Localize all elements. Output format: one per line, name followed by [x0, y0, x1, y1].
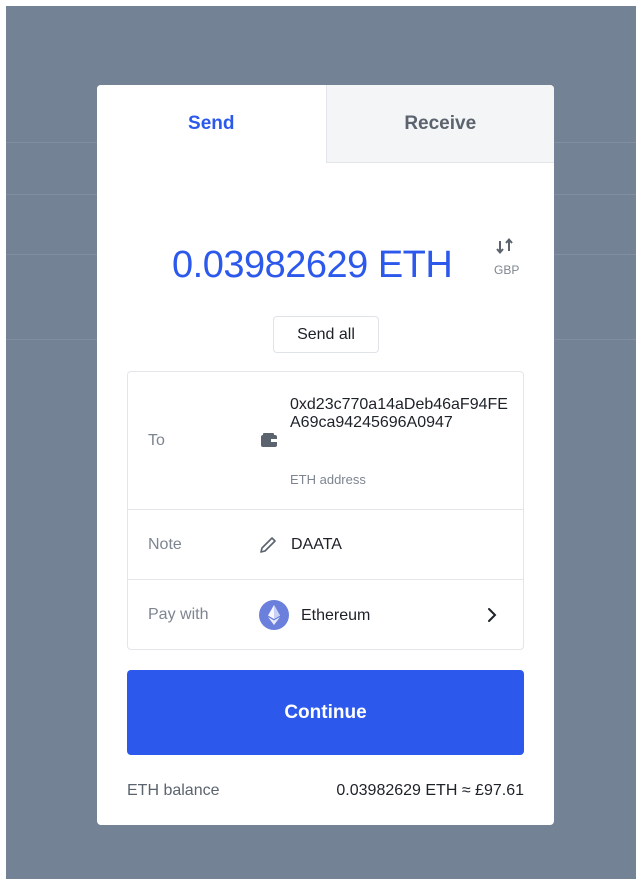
- wallet-icon: [261, 433, 277, 447]
- balance-value: 0.03982629 ETH ≈ £97.61: [336, 782, 524, 799]
- note-row[interactable]: Note DAATA: [128, 510, 523, 580]
- pencil-icon: [260, 537, 276, 553]
- send-form: To 0xd23c770a14aDeb46aF94FEA69ca94245696…: [127, 371, 524, 650]
- continue-button[interactable]: Continue: [127, 670, 524, 755]
- currency-toggle-button[interactable]: GBP: [491, 237, 525, 281]
- pay-with-row[interactable]: Pay with Ethereum: [128, 580, 523, 650]
- pay-with-label: Pay with: [148, 606, 209, 623]
- balance-label: ETH balance: [127, 782, 220, 799]
- swap-arrows-icon: [496, 237, 513, 255]
- send-all-button[interactable]: Send all: [273, 316, 379, 353]
- send-receive-modal: Send Receive 0.03982629 ETH GBP Send all…: [97, 85, 554, 825]
- tab-send[interactable]: Send: [97, 85, 326, 163]
- note-label: Note: [148, 536, 182, 553]
- amount-value[interactable]: 0.03982629 ETH: [172, 237, 453, 293]
- recipient-address[interactable]: 0xd23c770a14aDeb46aF94FEA69ca94245696A09…: [290, 396, 510, 432]
- amount-display: 0.03982629 ETH GBP: [97, 237, 554, 297]
- tab-bar: Send Receive: [97, 85, 554, 163]
- note-value[interactable]: DAATA: [291, 536, 342, 554]
- ethereum-icon: [259, 600, 289, 630]
- toggle-currency-code: GBP: [494, 263, 520, 277]
- chevron-right-icon: [488, 608, 497, 622]
- to-label: To: [148, 432, 165, 449]
- pay-with-value: Ethereum: [301, 607, 371, 624]
- address-type-label: ETH address: [290, 472, 366, 487]
- tab-receive[interactable]: Receive: [325, 85, 554, 163]
- to-row: To 0xd23c770a14aDeb46aF94FEA69ca94245696…: [128, 372, 523, 510]
